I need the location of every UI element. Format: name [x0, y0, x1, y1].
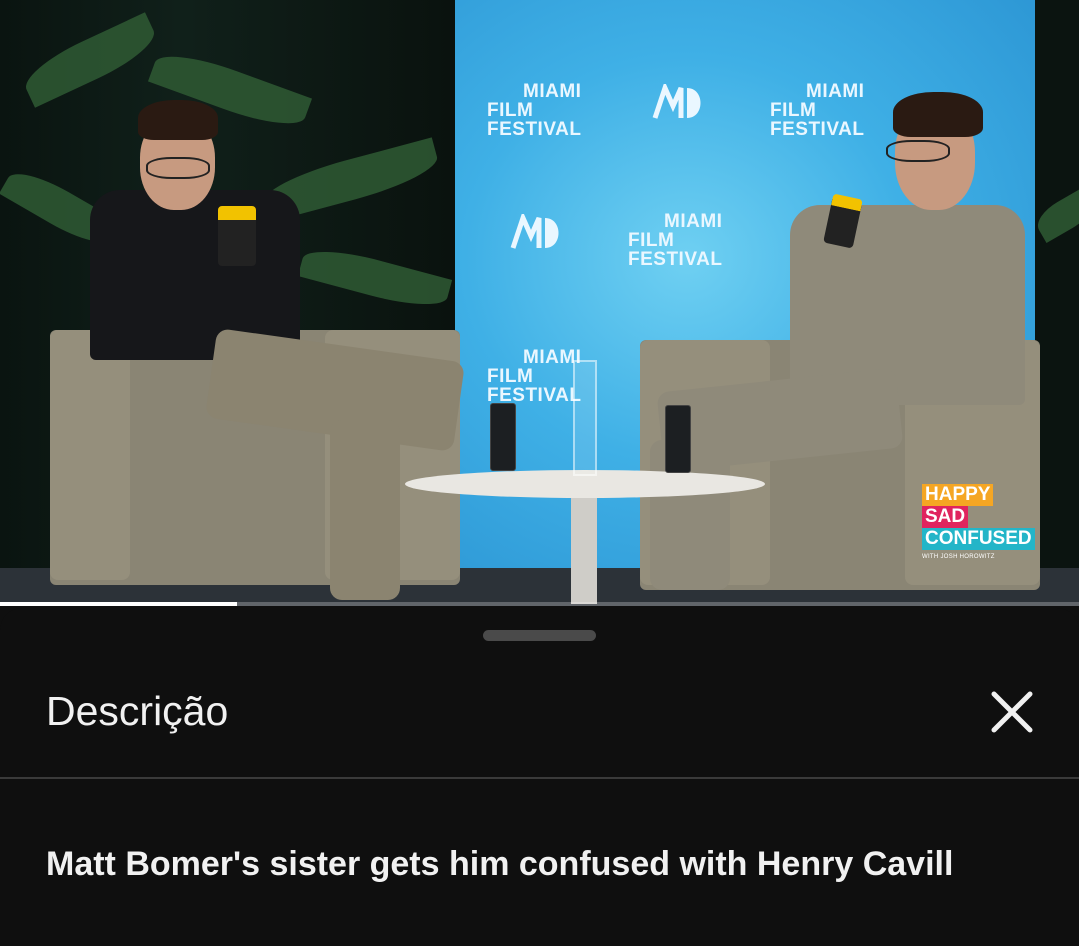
- host-glasses: [146, 157, 210, 179]
- table-stem: [571, 494, 597, 604]
- college-logo-icon: [510, 214, 559, 249]
- guest-hair: [893, 92, 983, 137]
- festival-logo: MIAMI FILM FESTIVAL: [487, 347, 582, 406]
- video-title: Matt Bomer's sister gets him confused wi…: [46, 845, 954, 883]
- armchair-arm: [50, 330, 130, 580]
- water-glass: [573, 360, 597, 476]
- badge-happy: HAPPY: [922, 484, 994, 506]
- drink-can: [490, 403, 516, 471]
- college-logo-icon: [652, 84, 701, 119]
- festival-logo: MIAMI FILM FESTIVAL: [487, 81, 582, 140]
- sheet-title: Descrição: [46, 688, 229, 734]
- sheet-drag-handle[interactable]: [483, 630, 596, 641]
- badge-subtitle: WITH JOSH HOROWITZ: [922, 554, 995, 560]
- video-progress-bar[interactable]: [0, 602, 1079, 606]
- guest-glasses: [886, 140, 950, 162]
- description-sheet: Descrição Matt Bomer's sister gets him c…: [0, 608, 1079, 946]
- show-logo-badge: HAPPY SAD CONFUSED WITH JOSH HOROWITZ: [922, 484, 1040, 584]
- close-button[interactable]: [984, 684, 1040, 740]
- video-player[interactable]: MIAMI FILM FESTIVAL MIAMI FILM FESTIVAL …: [0, 0, 1079, 606]
- host-leg: [330, 420, 400, 600]
- host-hair: [138, 100, 218, 140]
- microphone-icon: [218, 206, 256, 266]
- badge-sad: SAD: [922, 506, 969, 528]
- video-progress-fill: [0, 602, 238, 606]
- festival-logo: MIAMI FILM FESTIVAL: [770, 81, 865, 140]
- festival-logo: MIAMI FILM FESTIVAL: [628, 211, 723, 270]
- drink-can: [665, 405, 691, 473]
- sheet-divider: [0, 777, 1079, 779]
- close-icon: [991, 691, 1033, 733]
- badge-confused: CONFUSED: [922, 528, 1035, 550]
